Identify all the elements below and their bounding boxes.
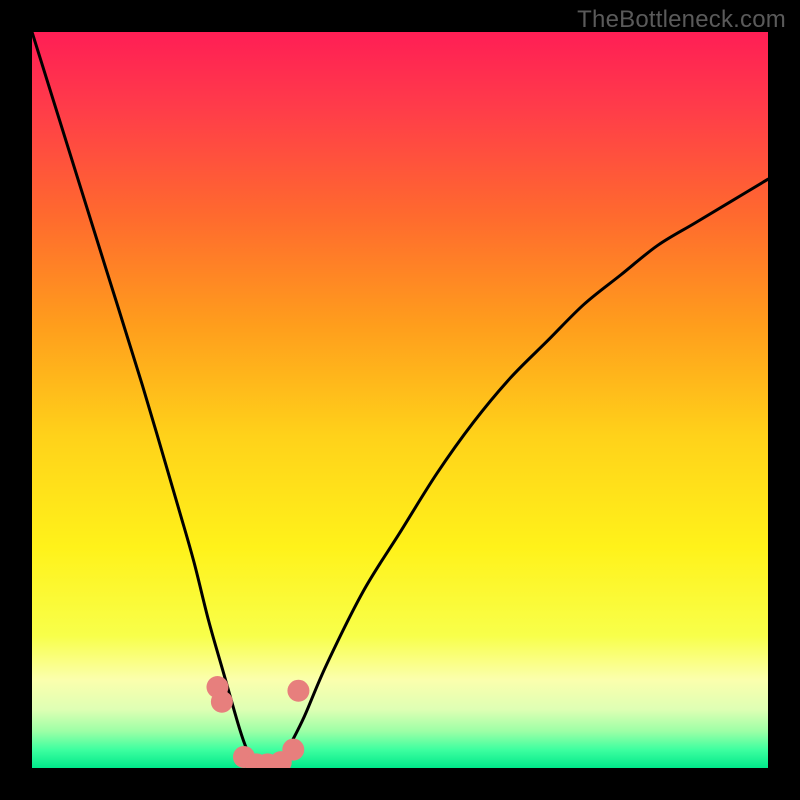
chart-svg xyxy=(32,32,768,768)
watermark-text: TheBottleneck.com xyxy=(577,6,786,34)
gradient-background xyxy=(32,32,768,768)
salmon-marker xyxy=(287,680,309,702)
chart-frame: TheBottleneck.com xyxy=(0,0,800,800)
plot-area xyxy=(32,32,768,768)
salmon-marker xyxy=(282,739,304,761)
salmon-marker xyxy=(211,691,233,713)
